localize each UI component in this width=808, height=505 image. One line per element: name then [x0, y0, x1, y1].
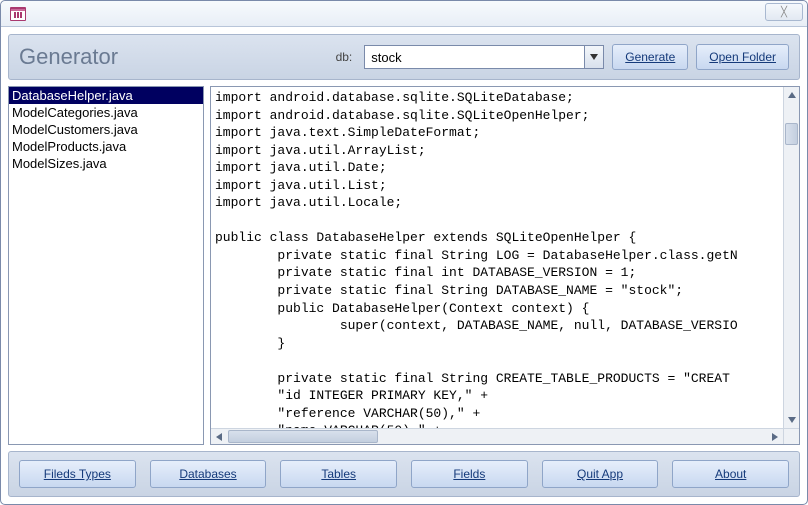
- code-viewer: import android.database.sqlite.SQLiteDat…: [210, 86, 800, 445]
- scroll-corner: [783, 428, 799, 444]
- vertical-scroll-thumb[interactable]: [785, 123, 798, 145]
- file-list-item[interactable]: ModelCustomers.java: [9, 121, 203, 138]
- code-area[interactable]: import android.database.sqlite.SQLiteDat…: [211, 87, 799, 444]
- close-icon: ╳: [781, 7, 787, 18]
- file-list-item[interactable]: ModelCategories.java: [9, 104, 203, 121]
- scroll-right-button[interactable]: [767, 429, 783, 445]
- tables-button[interactable]: Tables: [280, 460, 397, 488]
- horizontal-scroll-thumb[interactable]: [228, 430, 378, 443]
- file-list-item[interactable]: DatabaseHelper.java: [9, 87, 203, 104]
- db-label: db:: [336, 50, 353, 64]
- footer-toolbar: Fileds Types Databases Tables Fields Qui…: [8, 451, 800, 497]
- quit-app-button[interactable]: Quit App: [542, 460, 659, 488]
- header-toolbar: Generator db: Generate Open Folder: [8, 34, 800, 80]
- vertical-scrollbar[interactable]: [783, 87, 799, 428]
- file-list-item[interactable]: ModelSizes.java: [9, 155, 203, 172]
- generate-button[interactable]: Generate: [612, 44, 688, 70]
- file-list-item[interactable]: ModelProducts.java: [9, 138, 203, 155]
- fields-types-button[interactable]: Fileds Types: [19, 460, 136, 488]
- databases-button[interactable]: Databases: [150, 460, 267, 488]
- code-text: import android.database.sqlite.SQLiteDat…: [215, 89, 795, 440]
- scroll-left-button[interactable]: [211, 429, 227, 445]
- chevron-down-icon: [590, 54, 598, 60]
- file-list[interactable]: DatabaseHelper.javaModelCategories.javaM…: [8, 86, 204, 445]
- about-button[interactable]: About: [672, 460, 789, 488]
- close-window-button[interactable]: ╳: [765, 3, 803, 21]
- page-title: Generator: [19, 44, 118, 70]
- app-window: ╳ Generator db: Generate Open Folder Dat…: [0, 0, 808, 505]
- fields-button[interactable]: Fields: [411, 460, 528, 488]
- titlebar[interactable]: ╳: [1, 1, 807, 27]
- db-input[interactable]: [364, 45, 584, 69]
- db-combobox[interactable]: [364, 45, 604, 69]
- scroll-down-button[interactable]: [784, 412, 799, 428]
- horizontal-scrollbar[interactable]: [211, 428, 783, 444]
- open-folder-button[interactable]: Open Folder: [696, 44, 789, 70]
- db-dropdown-button[interactable]: [584, 45, 604, 69]
- scroll-up-button[interactable]: [784, 87, 799, 103]
- access-icon: [10, 7, 26, 21]
